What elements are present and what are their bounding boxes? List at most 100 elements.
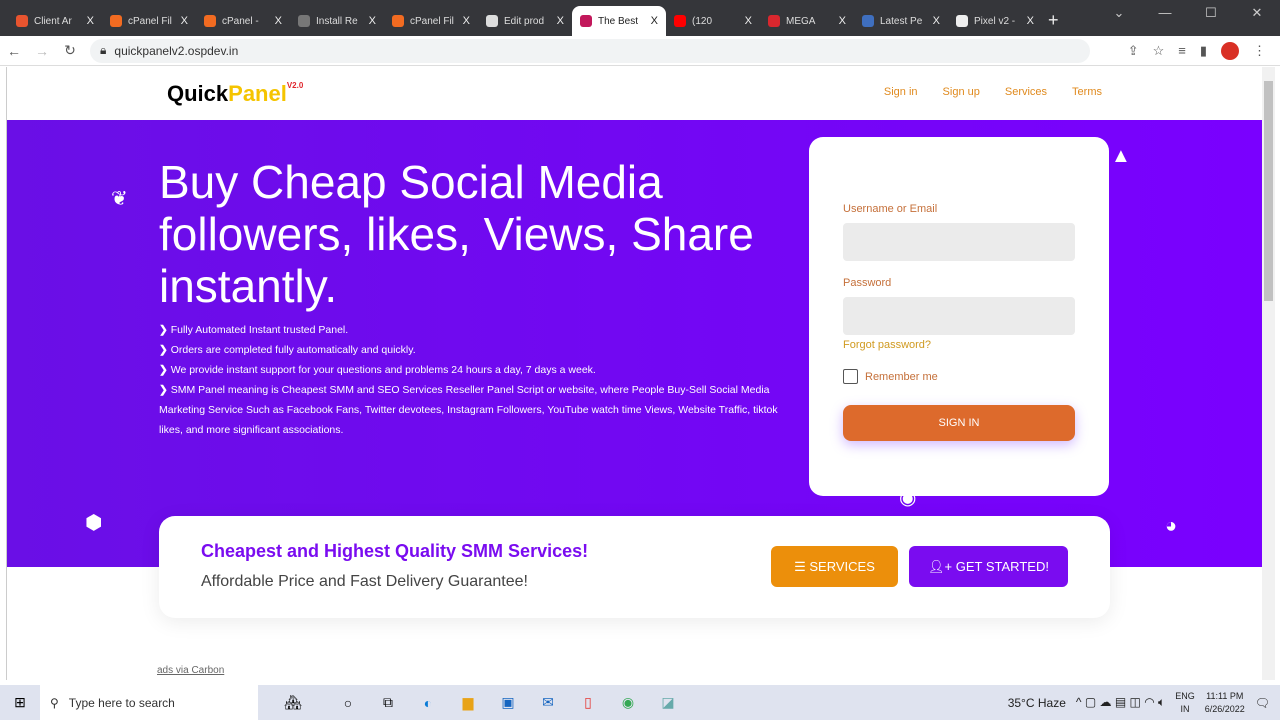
password-input[interactable] [843, 297, 1075, 335]
user-plus-icon: 👤︎+ [928, 558, 956, 574]
url-text: quickpanelv2.ospdev.in [114, 43, 239, 58]
tab-favicon-icon [486, 15, 498, 27]
remember-me-label[interactable]: Remember me [865, 371, 938, 383]
globe-icon: ◕ [1165, 515, 1178, 537]
maximize-button[interactable]: ☐ [1188, 0, 1234, 26]
browser-tab[interactable]: cPanel Fil X [102, 6, 196, 36]
task-view-icon[interactable]: ⧉ [368, 694, 408, 711]
language-indicator[interactable]: ENG IN [1175, 690, 1195, 716]
feature-item: ❯ SMM Panel meaning is Cheapest SMM and … [159, 384, 778, 436]
weather-widget[interactable]: 35°C Haze [1008, 696, 1066, 710]
nav-services[interactable]: Services [1005, 86, 1047, 98]
browser-tab[interactable]: The Best X [572, 6, 666, 36]
nav-terms[interactable]: Terms [1072, 86, 1102, 98]
new-tab-button[interactable]: + [1048, 6, 1059, 36]
tab-favicon-icon [956, 15, 968, 27]
tab-close-icon[interactable]: X [1027, 15, 1034, 27]
page-scrollbar[interactable] [1262, 67, 1275, 680]
remember-me-checkbox[interactable] [843, 369, 858, 384]
tab-title: Latest Pe [880, 15, 923, 27]
close-window-button[interactable]: ✕ [1234, 0, 1280, 26]
tab-favicon-icon [392, 15, 404, 27]
clock[interactable]: 11:11 PM 6/26/2022 [1205, 690, 1245, 716]
nav-sign-in[interactable]: Sign in [884, 86, 918, 98]
menu-icon[interactable]: ⋮ [1253, 43, 1266, 59]
system-tray: 35°C Haze ^ ▢ ☁ ▤ ◫ ◠ 🔈︎ ENG IN 11:11 PM 6… [1008, 690, 1280, 716]
tab-close-icon[interactable]: X [933, 15, 940, 27]
chrome-icon[interactable]: ◉ [608, 694, 648, 711]
carbon-ad-link[interactable]: ads via Carbon [157, 665, 224, 677]
profile-avatar[interactable] [1221, 41, 1239, 60]
search-icon: ⚲ [50, 695, 59, 710]
back-button[interactable]: ← [0, 43, 28, 59]
login-card: Username or Email Password Forgot passwo… [809, 137, 1109, 496]
tab-title: (120 [692, 15, 713, 27]
tab-close-icon[interactable]: X [651, 15, 658, 27]
feature-item: ❯ We provide instant support for your qu… [159, 364, 596, 376]
browser-tab[interactable]: (120 X [666, 6, 760, 36]
browser-tab[interactable]: Pixel v2 - X [948, 6, 1042, 36]
reload-button[interactable]: ↻ [56, 42, 84, 59]
app-icon[interactable]: ◪ [648, 694, 688, 711]
sign-in-button[interactable]: SIGN IN [843, 405, 1075, 441]
services-button[interactable]: ☰ SERVICES [771, 546, 898, 587]
username-label: Username or Email [843, 203, 938, 215]
tab-close-icon[interactable]: X [745, 15, 752, 27]
notification-icon[interactable]: 🗨︎ [1255, 696, 1270, 710]
file-explorer-icon[interactable]: ▆ [448, 694, 488, 711]
browser-tab[interactable]: cPanel - X [196, 6, 290, 36]
tab-favicon-icon [110, 15, 122, 27]
search-highlight-image[interactable]: 🏘︎ [258, 694, 328, 711]
nav-sign-up[interactable]: Sign up [943, 86, 980, 98]
lock-icon: 🔒︎ [100, 43, 107, 57]
site-header: QuickPanelV2.0 Sign in Sign up Services … [7, 67, 1262, 120]
taskbar-search[interactable]: ⚲ Type here to search [40, 685, 258, 720]
forgot-password-link[interactable]: Forgot password? [843, 339, 931, 351]
forward-button[interactable]: → [28, 43, 56, 59]
tab-close-icon[interactable]: X [181, 15, 188, 27]
tab-favicon-icon [674, 15, 686, 27]
tab-title: cPanel Fil [410, 15, 454, 27]
browser-tab[interactable]: MEGA X [760, 6, 854, 36]
cta-title: Cheapest and Highest Quality SMM Service… [201, 541, 589, 561]
tab-favicon-icon [298, 15, 310, 27]
cortana-icon[interactable]: ○ [328, 695, 368, 711]
logo[interactable]: QuickPanelV2.0 [167, 81, 303, 107]
cta-subtitle: Affordable Price and Fast Delivery Guara… [201, 573, 528, 590]
url-input[interactable]: 🔒︎ quickpanelv2.ospdev.in [90, 38, 1090, 63]
tab-title: cPanel - [222, 15, 259, 27]
side-panel-icon[interactable]: ▮ [1200, 43, 1207, 59]
tab-close-icon[interactable]: X [463, 15, 470, 27]
browser-tab[interactable]: Edit prod X [478, 6, 572, 36]
tab-favicon-icon [580, 15, 592, 27]
tab-close-icon[interactable]: X [87, 15, 94, 27]
username-input[interactable] [843, 223, 1075, 261]
tab-title: MEGA [786, 15, 816, 27]
reading-list-icon[interactable]: ≡ [1178, 43, 1186, 58]
tab-favicon-icon [768, 15, 780, 27]
get-started-button[interactable]: 👤︎+ GET STARTED! [909, 546, 1068, 587]
tray-icons[interactable]: ^ ▢ ☁ ▤ ◫ ◠ 🔈︎ [1076, 695, 1165, 710]
tab-close-icon[interactable]: X [839, 15, 846, 27]
browser-tab[interactable]: Install Re X [290, 6, 384, 36]
office-icon[interactable]: ▯ [568, 694, 608, 711]
store-icon[interactable]: ▣ [488, 694, 528, 711]
tab-search-icon[interactable]: ⌄ [1096, 0, 1142, 26]
tab-favicon-icon [16, 15, 28, 27]
address-bar: ← → ↻ 🔒︎ quickpanelv2.ospdev.in ⇪ ☆ ≡ ▮ ⋮ [0, 36, 1280, 66]
edge-icon[interactable]: ◐ [408, 695, 448, 711]
share-icon[interactable]: ⇪ [1128, 43, 1139, 59]
minimize-button[interactable]: — [1142, 0, 1188, 26]
tab-title: cPanel Fil [128, 15, 172, 27]
tab-close-icon[interactable]: X [557, 15, 564, 27]
window-controls: ⌄ — ☐ ✕ [1096, 0, 1280, 26]
browser-tab[interactable]: Latest Pe X [854, 6, 948, 36]
windows-start-icon[interactable]: ⊞ [0, 694, 40, 711]
browser-tab[interactable]: Client Ar X [8, 6, 102, 36]
tab-close-icon[interactable]: X [275, 15, 282, 27]
browser-tab[interactable]: cPanel Fil X [384, 6, 478, 36]
tab-title: The Best [598, 15, 639, 27]
tab-close-icon[interactable]: X [369, 15, 376, 27]
mail-icon[interactable]: ✉ [528, 694, 568, 711]
bookmark-star-icon[interactable]: ☆ [1153, 43, 1165, 59]
